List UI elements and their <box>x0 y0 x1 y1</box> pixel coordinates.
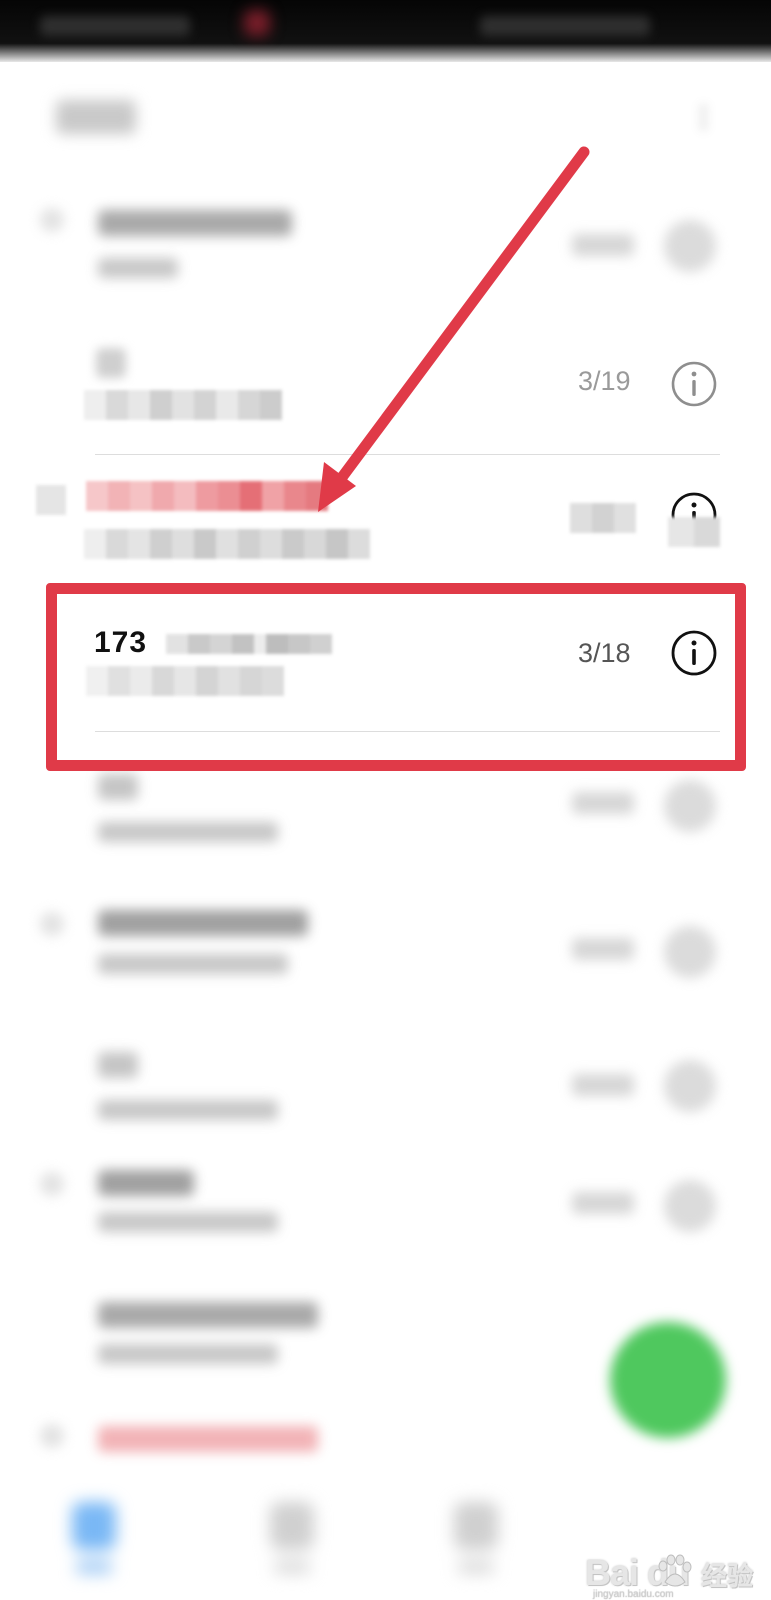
list-item[interactable] <box>0 1030 771 1168</box>
message-date <box>572 1074 634 1096</box>
highlight-box <box>46 583 746 771</box>
info-icon[interactable] <box>664 1060 716 1112</box>
contact-name <box>96 348 126 378</box>
more-vertical-icon[interactable] <box>692 102 714 134</box>
info-icon[interactable] <box>664 220 716 272</box>
contact-name <box>98 1302 318 1328</box>
contacts-icon <box>270 1502 314 1550</box>
info-icon[interactable] <box>664 926 716 978</box>
contact-name <box>98 1170 194 1196</box>
row-indicator <box>40 1172 64 1196</box>
list-item[interactable] <box>0 888 771 1026</box>
message-preview <box>98 1344 278 1364</box>
watermark: Bai du 经验 jingyan.baidu.com <box>585 1552 771 1600</box>
message-preview <box>84 529 370 559</box>
message-date: 3/19 <box>578 366 631 396</box>
nav-messages[interactable] <box>64 1502 124 1582</box>
nav-contacts[interactable] <box>262 1502 322 1582</box>
info-icon[interactable] <box>670 360 718 408</box>
message-date <box>572 792 634 814</box>
messages-icon <box>72 1502 116 1550</box>
message-date <box>572 938 634 960</box>
row-indicator <box>36 485 66 515</box>
message-preview <box>98 954 288 974</box>
list-item[interactable] <box>0 455 771 593</box>
status-right-info <box>480 16 650 36</box>
contact-name <box>98 210 292 236</box>
watermark-url: jingyan.baidu.com <box>593 1589 674 1600</box>
list-item[interactable] <box>0 172 771 310</box>
notification-icon <box>244 10 270 36</box>
row-indicator <box>40 208 64 232</box>
contact-name <box>98 774 138 800</box>
status-bar <box>0 0 771 62</box>
contact-name <box>98 1052 138 1078</box>
info-icon-cover <box>668 517 720 547</box>
info-icon[interactable] <box>664 780 716 832</box>
message-date <box>570 503 636 533</box>
info-icon[interactable] <box>664 1180 716 1232</box>
message-date <box>572 234 634 256</box>
row-indicator <box>40 1424 64 1448</box>
nav-favorites[interactable] <box>446 1502 506 1582</box>
favorites-icon <box>454 1502 498 1550</box>
message-preview <box>98 1100 278 1120</box>
watermark-cn: 经验 <box>701 1561 754 1591</box>
message-date <box>572 1192 634 1214</box>
page-title <box>56 100 136 134</box>
contact-name <box>98 1426 318 1452</box>
message-preview <box>98 822 278 842</box>
contact-name <box>86 481 328 511</box>
message-preview <box>84 390 282 420</box>
message-preview <box>98 1212 278 1232</box>
compose-button[interactable] <box>610 1322 726 1438</box>
message-preview <box>98 258 178 278</box>
status-left-info <box>40 16 190 36</box>
contact-name <box>98 910 308 936</box>
app-header <box>0 62 771 172</box>
baidu-paw-icon <box>658 1554 692 1587</box>
list-item[interactable] <box>0 1160 771 1298</box>
list-item[interactable]: 3/19 <box>0 310 771 455</box>
row-indicator <box>40 912 64 936</box>
